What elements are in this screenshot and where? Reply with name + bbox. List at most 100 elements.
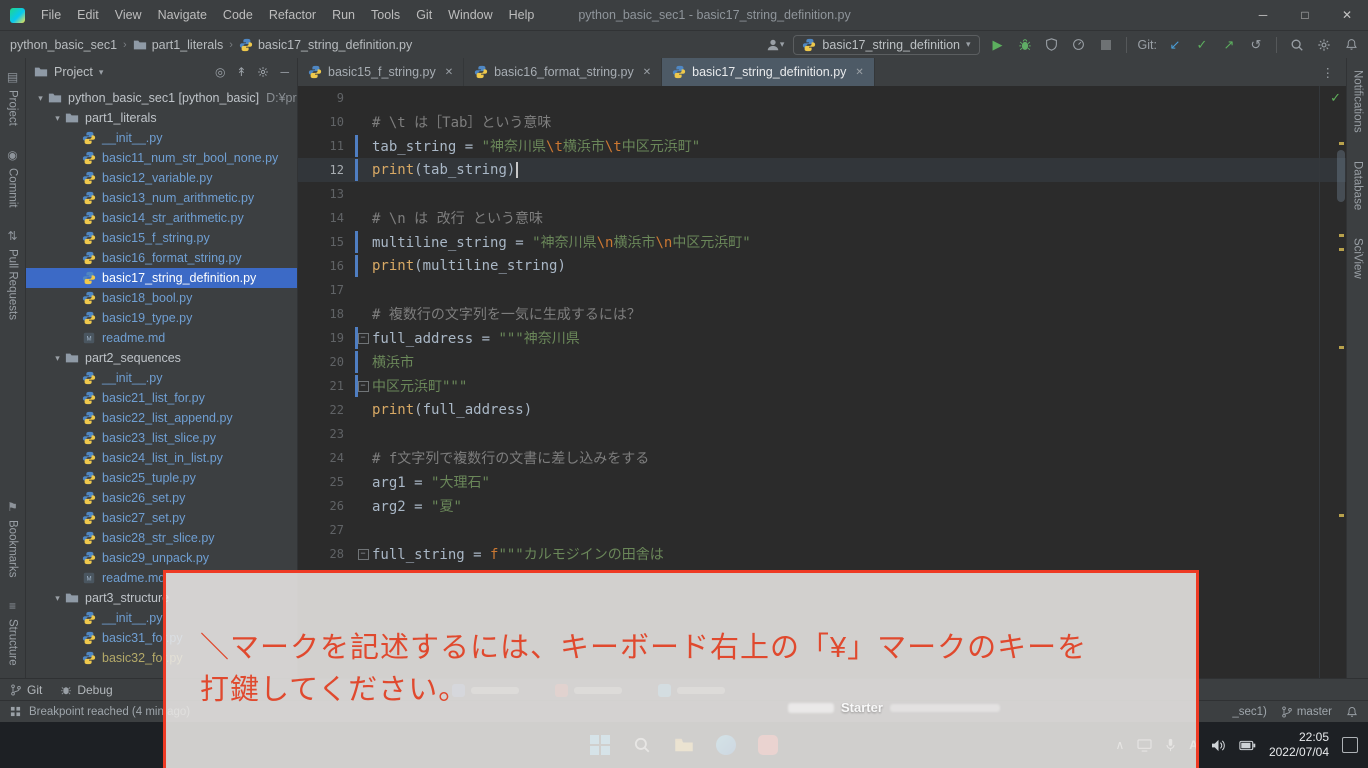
maximize-button[interactable]: □ [1284, 0, 1326, 30]
menu-help[interactable]: Help [501, 8, 543, 22]
interpreter-label[interactable]: _sec1) [1232, 706, 1267, 718]
history-button[interactable]: ↺ [1247, 35, 1265, 55]
tree-item-basic11_num_str_bool_none-py[interactable]: basic11_num_str_bool_none.py [26, 148, 297, 168]
minimize-button[interactable]: ─ [1242, 0, 1284, 30]
tree-item-basic27_set-py[interactable]: basic27_set.py [26, 508, 297, 528]
user-account-icon[interactable]: ▾ [766, 35, 785, 55]
editor-tab-basic17_string_definition-py[interactable]: basic17_string_definition.py✕ [662, 58, 875, 86]
taskbar-clock[interactable]: 22:05 2022/07/04 [1269, 730, 1329, 760]
breadcrumb-item-0[interactable]: python_basic_sec1 [8, 38, 119, 52]
code-line-18[interactable]: 18# 複数行の文字列を一気に生成するには？ [298, 302, 1346, 326]
code-line-24[interactable]: 24# f文字列で複数行の文書に差し込みをする [298, 446, 1346, 470]
code-line-13[interactable]: 13 [298, 182, 1346, 206]
tree-item-basic26_set-py[interactable]: basic26_set.py [26, 488, 297, 508]
toolwindow-button-debug[interactable]: Debug [60, 683, 112, 697]
tree-item-basic21_list_for-py[interactable]: basic21_list_for.py [26, 388, 297, 408]
tree-item-part2_sequences[interactable]: ▾part2_sequences [26, 348, 297, 368]
warning-stripe-mark[interactable] [1339, 248, 1344, 251]
code-line-16[interactable]: 16print(multiline_string) [298, 254, 1346, 278]
tree-item-basic13_num_arithmetic-py[interactable]: basic13_num_arithmetic.py [26, 188, 297, 208]
code-line-27[interactable]: 27 [298, 518, 1346, 542]
tree-item-basic22_list_append-py[interactable]: basic22_list_append.py [26, 408, 297, 428]
run-button[interactable]: ▶ [989, 35, 1007, 55]
code-line-25[interactable]: 25arg1 = "大理石" [298, 470, 1346, 494]
editor-scrollbar[interactable] [1337, 150, 1345, 202]
git-branch-widget[interactable]: master [1281, 706, 1332, 718]
stripe-item-bookmarks[interactable]: ⚑Bookmarks [7, 500, 19, 578]
tree-item-basic15_f_string-py[interactable]: basic15_f_string.py [26, 228, 297, 248]
tree-item-python_basic_sec1-python_basic-[interactable]: ▾python_basic_sec1 [python_basic]D:¥proj… [26, 88, 297, 108]
tree-item-basic16_format_string-py[interactable]: basic16_format_string.py [26, 248, 297, 268]
tree-item-basic19_type-py[interactable]: basic19_type.py [26, 308, 297, 328]
tree-expand-arrow[interactable]: ▾ [34, 93, 47, 104]
tree-item-readme-md[interactable]: Mreadme.md [26, 328, 297, 348]
close-button[interactable]: ✕ [1326, 0, 1368, 30]
menu-code[interactable]: Code [215, 8, 261, 22]
menu-file[interactable]: File [33, 8, 69, 22]
git-push-button[interactable]: ↗ [1220, 35, 1238, 55]
tree-item-basic25_tuple-py[interactable]: basic25_tuple.py [26, 468, 297, 488]
fold-marker-icon[interactable]: − [358, 549, 369, 560]
tree-item-__init__-py[interactable]: __init__.py [26, 368, 297, 388]
tree-item-basic17_string_definition-py[interactable]: basic17_string_definition.py [26, 268, 297, 288]
locate-file-icon[interactable]: ◎ [215, 65, 225, 79]
editor-tab-basic15_f_string-py[interactable]: basic15_f_string.py✕ [298, 58, 464, 86]
action-center-icon[interactable] [1342, 737, 1358, 753]
coverage-button[interactable] [1043, 35, 1061, 55]
tab-close-icon[interactable]: ✕ [855, 67, 863, 78]
warning-stripe-mark[interactable] [1339, 346, 1344, 349]
code-line-15[interactable]: 15multiline_string = "神奈川県\n横浜市\n中区元浜町" [298, 230, 1346, 254]
toolwindow-button-git[interactable]: Git [10, 683, 42, 697]
tree-item-basic18_bool-py[interactable]: basic18_bool.py [26, 288, 297, 308]
profiler-button[interactable] [1070, 35, 1088, 55]
tab-close-icon[interactable]: ✕ [643, 67, 651, 78]
stripe-item-commit[interactable]: ◉Commit [7, 148, 19, 208]
tree-expand-arrow[interactable]: ▾ [51, 353, 64, 364]
warning-stripe-mark[interactable] [1339, 142, 1344, 145]
fold-marker-icon[interactable]: − [358, 381, 369, 392]
stripe-item-project[interactable]: ▤Project [7, 70, 19, 126]
warning-stripe-mark[interactable] [1339, 234, 1344, 237]
tool-window-switcher-icon[interactable] [10, 706, 21, 717]
code-line-22[interactable]: 22print(full_address) [298, 398, 1346, 422]
status-bell-icon[interactable] [1346, 706, 1358, 718]
warning-stripe-mark[interactable] [1339, 514, 1344, 517]
stripe-item-pull-requests[interactable]: ⇅Pull Requests [7, 229, 19, 320]
menu-tools[interactable]: Tools [363, 8, 408, 22]
debug-button[interactable] [1016, 35, 1034, 55]
tree-item-basic28_str_slice-py[interactable]: basic28_str_slice.py [26, 528, 297, 548]
stripe-item-sciview[interactable]: SciView [1352, 238, 1364, 279]
code-line-12[interactable]: 12print(tab_string) [298, 158, 1346, 182]
tree-expand-arrow[interactable]: ▾ [51, 113, 64, 124]
menu-navigate[interactable]: Navigate [150, 8, 215, 22]
collapse-all-icon[interactable]: ↟ [236, 65, 246, 79]
git-commit-button[interactable]: ✓ [1193, 35, 1211, 55]
menu-git[interactable]: Git [408, 8, 440, 22]
stripe-item-notifications[interactable]: Notifications [1352, 70, 1364, 133]
stop-button[interactable] [1097, 35, 1115, 55]
fold-marker-icon[interactable]: − [358, 333, 369, 344]
chevron-down-icon[interactable]: ▾ [99, 67, 104, 78]
menu-run[interactable]: Run [324, 8, 363, 22]
code-line-10[interactable]: 10# \t は［Tab］という意味 [298, 110, 1346, 134]
breadcrumb-item-1[interactable]: part1_literals [131, 38, 226, 52]
tree-item-basic24_list_in_list-py[interactable]: basic24_list_in_list.py [26, 448, 297, 468]
tree-item-__init__-py[interactable]: __init__.py [26, 128, 297, 148]
tree-item-part1_literals[interactable]: ▾part1_literals [26, 108, 297, 128]
run-configuration-select[interactable]: basic17_string_definition ▾ [793, 35, 979, 55]
volume-icon[interactable] [1211, 739, 1226, 752]
stripe-item-database[interactable]: Database [1352, 161, 1364, 210]
code-line-21[interactable]: 21−中区元浜町""" [298, 374, 1346, 398]
menu-view[interactable]: View [107, 8, 150, 22]
code-line-23[interactable]: 23 [298, 422, 1346, 446]
menu-edit[interactable]: Edit [69, 8, 107, 22]
code-line-26[interactable]: 26arg2 = "夏" [298, 494, 1346, 518]
editor-tab-basic16_format_string-py[interactable]: basic16_format_string.py✕ [464, 58, 662, 86]
settings-gear-icon[interactable] [1315, 35, 1333, 55]
code-line-11[interactable]: 11tab_string = "神奈川県\t横浜市\t中区元浜町" [298, 134, 1346, 158]
notifications-bell-icon[interactable] [1342, 35, 1360, 55]
search-everywhere-button[interactable] [1288, 35, 1306, 55]
panel-settings-gear-icon[interactable] [257, 66, 269, 78]
code-line-19[interactable]: 19−full_address = """神奈川県 [298, 326, 1346, 350]
code-line-28[interactable]: 28−full_string = f"""カルモジインの田舎は [298, 542, 1346, 566]
